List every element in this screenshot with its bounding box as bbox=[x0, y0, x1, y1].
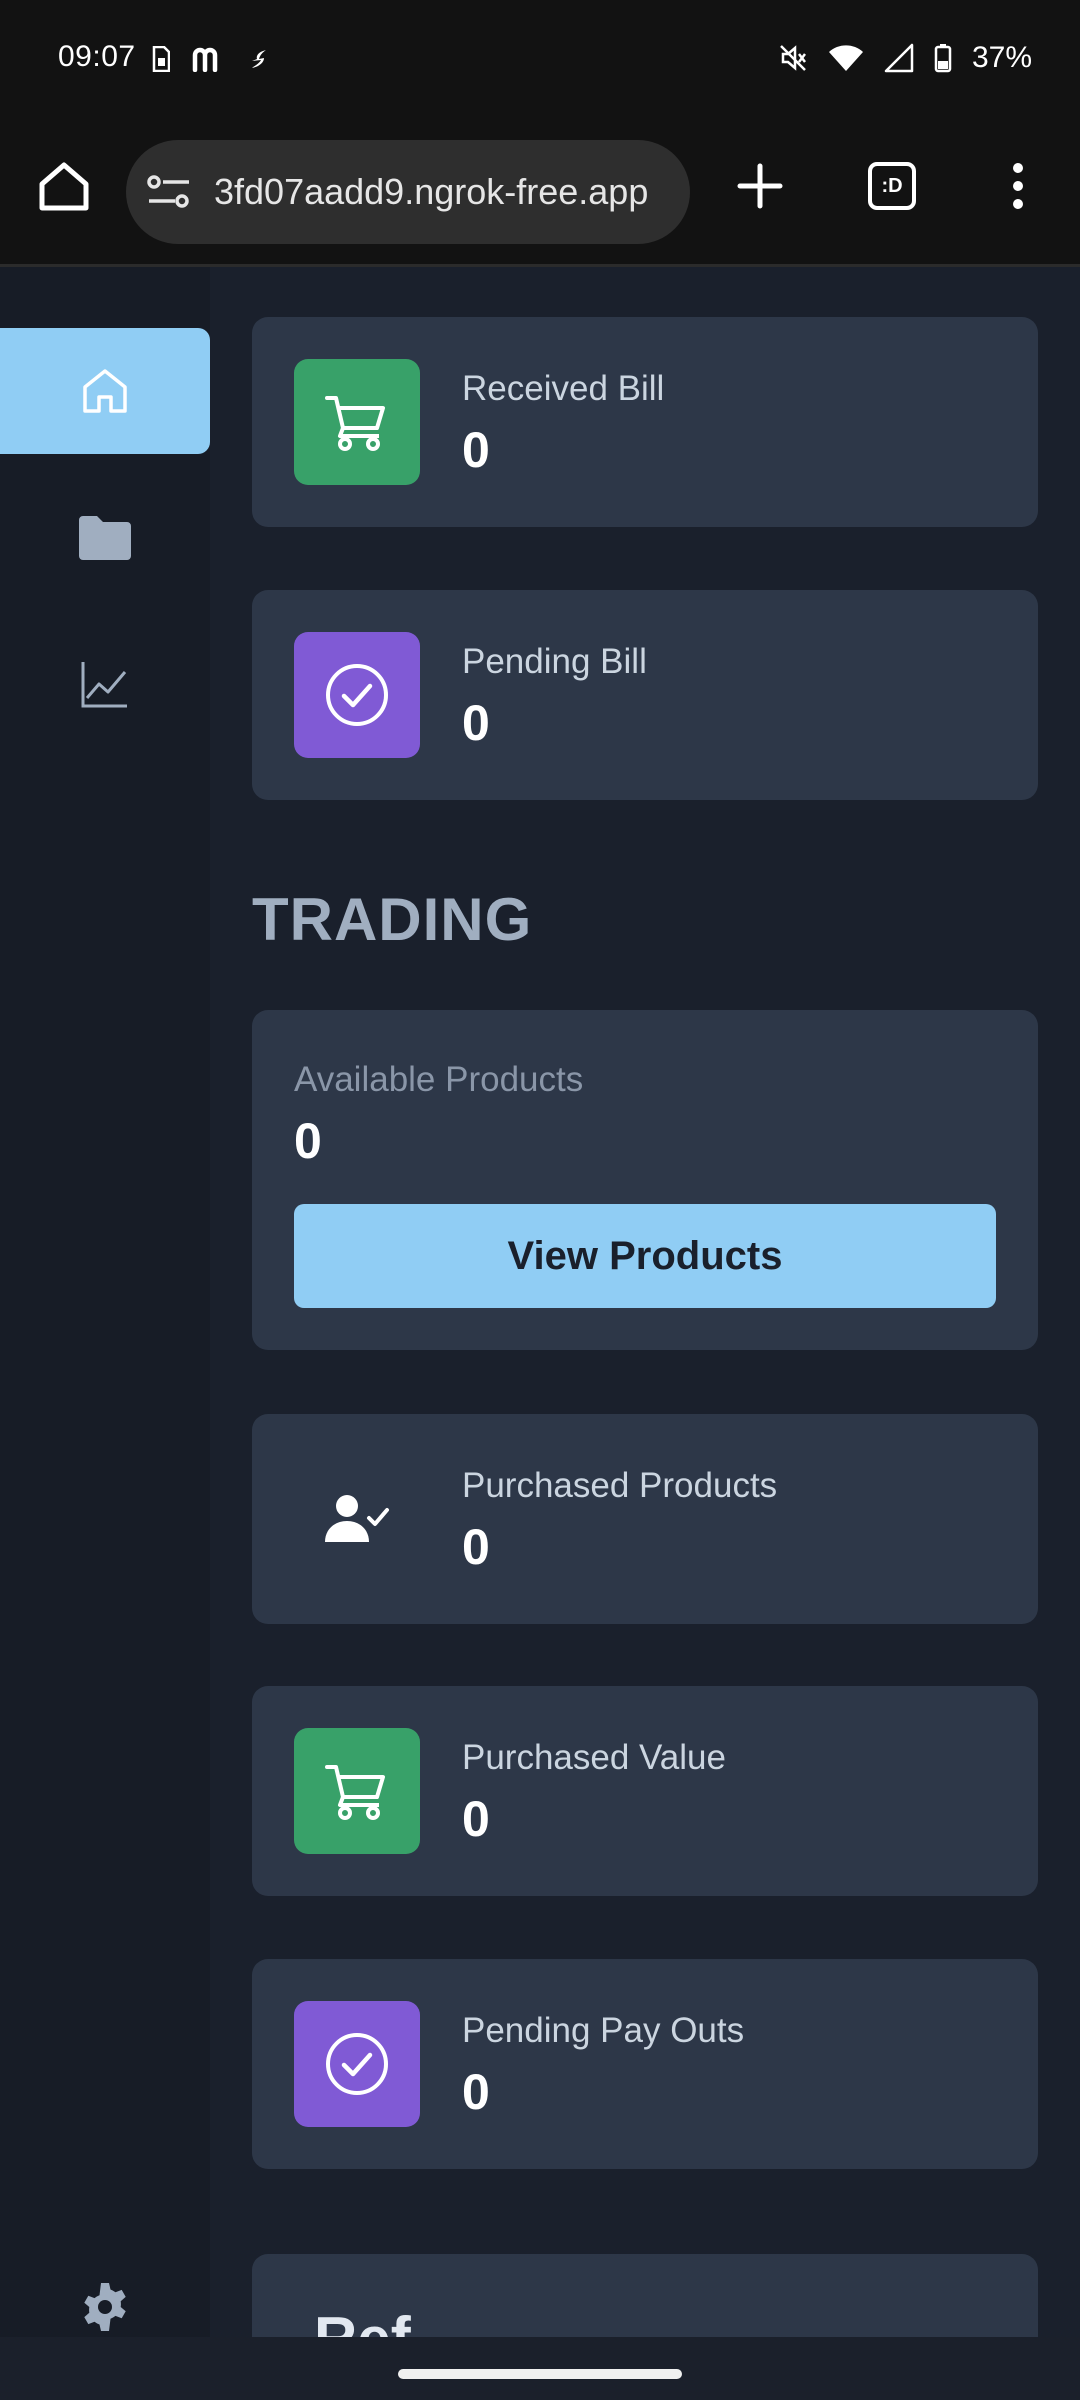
purchased-value-value: 0 bbox=[462, 1791, 490, 1847]
pending-payouts-icon-box bbox=[294, 2001, 420, 2127]
browser-toolbar: 3fd07aadd9.ngrok-free.app :D bbox=[0, 120, 1080, 267]
browser-home-icon[interactable] bbox=[36, 158, 92, 214]
next-section-partial-title: Ref bbox=[314, 2304, 411, 2337]
status-time: 09:07 bbox=[58, 40, 136, 73]
user-check-icon bbox=[325, 1495, 389, 1542]
purchased-value-card: Purchased Value 0 bbox=[252, 1686, 1038, 1896]
pending-payouts-label: Pending Pay Outs bbox=[462, 2011, 745, 2050]
tab-switcher-button[interactable]: :D bbox=[862, 156, 922, 216]
cart-icon bbox=[325, 396, 385, 451]
available-products-card: Available Products 0 View Products bbox=[252, 1010, 1038, 1350]
purchased-products-value: 0 bbox=[462, 1519, 490, 1575]
pending-bill-card: Pending Bill 0 bbox=[252, 590, 1038, 800]
purchased-products-label: Purchased Products bbox=[462, 1466, 778, 1505]
main-content: Received Bill 0 Pending Bill 0 TRADING A… bbox=[210, 267, 1080, 2337]
sim-icon bbox=[152, 46, 170, 72]
sidebar-item-folder[interactable] bbox=[0, 475, 210, 601]
address-bar[interactable]: 3fd07aadd9.ngrok-free.app bbox=[126, 140, 690, 244]
url-text[interactable]: 3fd07aadd9.ngrok-free.app bbox=[214, 140, 648, 244]
gear-icon bbox=[84, 2283, 126, 2331]
tab-count: :D bbox=[868, 162, 916, 210]
trading-section-title: TRADING bbox=[252, 886, 533, 953]
purchased-products-card: Purchased Products 0 bbox=[252, 1414, 1038, 1624]
site-settings-icon[interactable] bbox=[146, 170, 192, 214]
cart-icon bbox=[325, 1765, 385, 1820]
purchased-value-label: Purchased Value bbox=[462, 1738, 726, 1777]
received-bill-value: 0 bbox=[462, 422, 490, 478]
purchased-products-icon-box bbox=[294, 1456, 420, 1582]
status-notification-icons bbox=[152, 40, 270, 78]
pending-bill-value: 0 bbox=[462, 695, 490, 751]
gesture-nav-bar bbox=[0, 2337, 1080, 2400]
sidebar-item-home[interactable] bbox=[0, 328, 210, 454]
sidebar-item-settings[interactable] bbox=[0, 2267, 210, 2347]
battery-icon bbox=[934, 44, 952, 73]
received-bill-card: Received Bill 0 bbox=[252, 317, 1038, 527]
bolt-app-icon bbox=[252, 50, 266, 68]
sidebar bbox=[0, 267, 210, 2337]
status-system-icons: 37% bbox=[778, 38, 1032, 78]
check-circle-icon bbox=[326, 2033, 388, 2095]
m-app-icon bbox=[192, 47, 218, 72]
sidebar-item-analytics[interactable] bbox=[0, 621, 210, 747]
pending-payouts-card: Pending Pay Outs 0 bbox=[252, 1959, 1038, 2169]
chart-line-icon bbox=[81, 662, 127, 708]
mute-icon bbox=[780, 45, 806, 71]
received-bill-label: Received Bill bbox=[462, 369, 665, 408]
pending-bill-label: Pending Bill bbox=[462, 642, 647, 681]
folder-icon bbox=[79, 516, 131, 560]
view-products-button[interactable]: View Products bbox=[294, 1204, 996, 1308]
next-section-card: Ref bbox=[252, 2254, 1038, 2337]
wifi-icon bbox=[828, 45, 863, 71]
home-gesture-handle[interactable] bbox=[398, 2369, 682, 2379]
available-products-value: 0 bbox=[294, 1113, 322, 1169]
new-tab-icon[interactable] bbox=[730, 156, 790, 216]
available-products-label: Available Products bbox=[294, 1060, 584, 1099]
overflow-menu-icon[interactable] bbox=[988, 156, 1048, 216]
status-bar: 09:07 37% bbox=[0, 0, 1080, 120]
battery-percent: 37% bbox=[971, 41, 1032, 74]
signal-icon bbox=[884, 43, 914, 73]
home-icon bbox=[83, 369, 127, 413]
check-circle-icon bbox=[326, 664, 388, 726]
purchased-value-icon-box bbox=[294, 1728, 420, 1854]
received-bill-icon-box bbox=[294, 359, 420, 485]
pending-bill-icon-box bbox=[294, 632, 420, 758]
pending-payouts-value: 0 bbox=[462, 2064, 490, 2120]
